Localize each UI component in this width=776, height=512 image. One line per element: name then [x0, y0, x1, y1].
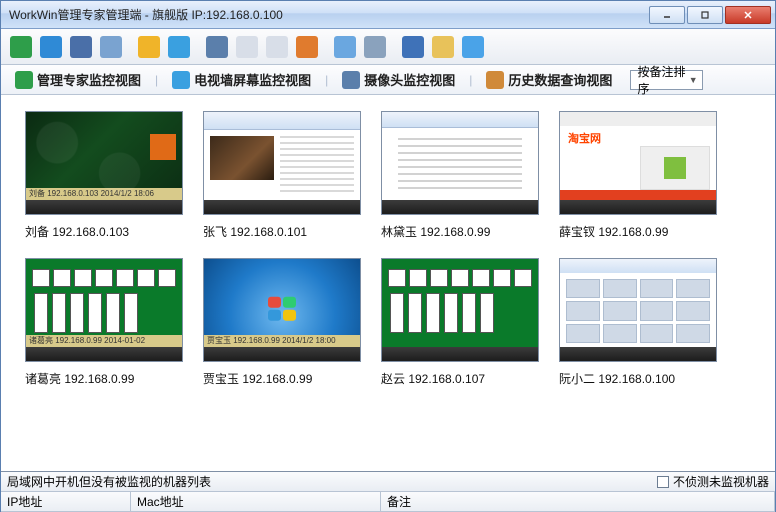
help-icon [462, 36, 484, 58]
client-caption: 阮小二 192.168.0.100 [559, 370, 675, 387]
screenshot-preview: 刘备 192.168.0.103 2014/1/2 18:06 [25, 111, 183, 215]
main-toolbar [1, 29, 775, 65]
bottom-heading: 局域网中开机但没有被监视的机器列表 [7, 473, 211, 490]
globe-icon [40, 36, 62, 58]
col-mac[interactable]: Mac地址 [131, 492, 381, 512]
mail-button[interactable] [233, 33, 261, 61]
screenshot-preview [381, 111, 539, 215]
view-tab-label: 管理专家监控视图 [37, 70, 141, 89]
screenshot-status-label: 贾宝玉 192.168.0.99 2014/1/2 18:00 [204, 335, 360, 347]
col-ip[interactable]: IP地址 [1, 492, 131, 512]
client-thumbnail[interactable]: 赵云 192.168.0.107 [381, 258, 539, 387]
camera-icon [296, 36, 318, 58]
screenshot-preview [381, 258, 539, 362]
screenshot-status-label: 诸葛亮 192.168.0.99 2014-01-02 [26, 335, 182, 347]
client-thumbnail[interactable]: 林黛玉 192.168.0.99 [381, 111, 539, 240]
camera-button[interactable] [293, 33, 321, 61]
sort-selected: 按备注排序 [637, 63, 688, 97]
disc-icon [364, 36, 386, 58]
client-thumbnail[interactable]: 贾宝玉 192.168.0.99 2014/1/2 18:00 贾宝玉 192.1… [203, 258, 361, 387]
display-icon [206, 36, 228, 58]
client-thumbnail[interactable]: 张飞 192.168.0.101 [203, 111, 361, 240]
screenshot-status-label: 刘备 192.168.0.103 2014/1/2 18:06 [26, 188, 182, 200]
screenshot-preview [559, 258, 717, 362]
client-caption: 张飞 192.168.0.101 [203, 223, 307, 240]
client-caption: 薛宝钗 192.168.0.99 [559, 223, 668, 240]
screenshot-preview: 贾宝玉 192.168.0.99 2014/1/2 18:00 [203, 258, 361, 362]
screen-button[interactable] [67, 33, 95, 61]
monitor-tab-icon [15, 71, 33, 89]
client-caption: 贾宝玉 192.168.0.99 [203, 370, 312, 387]
client-thumbnail[interactable]: 阮小二 192.168.0.100 [559, 258, 717, 387]
tvwall-tab-icon [172, 71, 190, 89]
bottom-table-header: IP地址 Mac地址 备注 [1, 492, 775, 512]
disc-button[interactable] [361, 33, 389, 61]
screenshot-preview: 淘宝网 [559, 111, 717, 215]
detect-checkbox[interactable] [657, 476, 669, 488]
history-tab-icon [486, 71, 504, 89]
screenshot-preview: 诸葛亮 192.168.0.99 2014-01-02 [25, 258, 183, 362]
shield-button[interactable] [135, 33, 163, 61]
contacts-icon [432, 36, 454, 58]
view-tab-0[interactable]: 管理专家监控视图 [7, 67, 149, 92]
help-button[interactable] [459, 33, 487, 61]
chevron-down-icon: ▼ [689, 75, 698, 85]
sort-select[interactable]: 按备注排序 ▼ [630, 70, 702, 90]
contacts-button[interactable] [429, 33, 457, 61]
close-button[interactable] [725, 6, 771, 24]
network-button[interactable] [331, 33, 359, 61]
monitor-icon [10, 36, 32, 58]
detect-checkbox-label: 不侦测未监视机器 [673, 473, 769, 490]
folder-icon [168, 36, 190, 58]
client-caption: 诸葛亮 192.168.0.99 [25, 370, 134, 387]
screen-icon [70, 36, 92, 58]
mail-out-icon [266, 36, 288, 58]
view-tab-2[interactable]: 摄像头监控视图 [334, 67, 463, 92]
screenshot-preview [203, 111, 361, 215]
bottom-panel: 局域网中开机但没有被监视的机器列表 不侦测未监视机器 IP地址 Mac地址 备注 [1, 471, 775, 512]
users-icon [100, 36, 122, 58]
maximize-button[interactable] [687, 6, 723, 24]
client-thumbnail[interactable]: 淘宝网薛宝钗 192.168.0.99 [559, 111, 717, 240]
view-tab-1[interactable]: 电视墙屏幕监控视图 [164, 67, 319, 92]
book-button[interactable] [399, 33, 427, 61]
book-icon [402, 36, 424, 58]
shield-icon [138, 36, 160, 58]
view-tab-label: 电视墙屏幕监控视图 [194, 70, 311, 89]
col-remark[interactable]: 备注 [381, 492, 775, 512]
users-button[interactable] [97, 33, 125, 61]
view-tab-label: 摄像头监控视图 [364, 70, 455, 89]
client-thumbnail[interactable]: 刘备 192.168.0.103 2014/1/2 18:06 刘备 192.16… [25, 111, 183, 240]
display-button[interactable] [203, 33, 231, 61]
globe-button[interactable] [37, 33, 65, 61]
monitor-button[interactable] [7, 33, 35, 61]
folder-button[interactable] [165, 33, 193, 61]
client-thumbnail[interactable]: 诸葛亮 192.168.0.99 2014-01-02 诸葛亮 192.168.0… [25, 258, 183, 387]
camera-tab-icon [342, 71, 360, 89]
titlebar: WorkWin管理专家管理端 - 旗舰版 IP:192.168.0.100 [1, 1, 775, 29]
client-caption: 赵云 192.168.0.107 [381, 370, 485, 387]
client-caption: 刘备 192.168.0.103 [25, 223, 129, 240]
view-tabs: 管理专家监控视图|电视墙屏幕监控视图|摄像头监控视图|历史数据查询视图 按备注排… [1, 65, 775, 95]
minimize-button[interactable] [649, 6, 685, 24]
mail-icon [236, 36, 258, 58]
network-icon [334, 36, 356, 58]
window-title: WorkWin管理专家管理端 - 旗舰版 IP:192.168.0.100 [9, 6, 647, 23]
client-caption: 林黛玉 192.168.0.99 [381, 223, 490, 240]
view-tab-label: 历史数据查询视图 [508, 70, 612, 89]
mail-out-button[interactable] [263, 33, 291, 61]
thumbnail-area: 刘备 192.168.0.103 2014/1/2 18:06 刘备 192.16… [1, 95, 775, 471]
view-tab-3[interactable]: 历史数据查询视图 [478, 67, 620, 92]
